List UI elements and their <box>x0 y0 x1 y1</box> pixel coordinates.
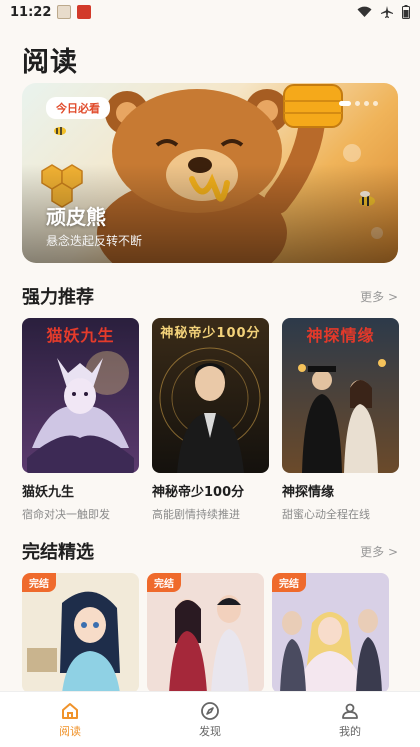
comic-desc: 宿命对决一触即发 <box>22 508 110 521</box>
page-title: 阅读 <box>22 47 78 78</box>
comic-desc: 高能剧情持续推进 <box>152 508 240 521</box>
comic-card[interactable]: 完结 <box>147 573 264 693</box>
comic-title: 神秘帝少100分 <box>152 485 245 500</box>
app-badge-icon <box>77 5 92 19</box>
nav-label: 我的 <box>339 724 361 738</box>
featured-banner[interactable]: 今日必看 顽皮熊 悬念迭起反转不断 <box>22 83 398 263</box>
comic-cover[interactable]: 猫妖九生 <box>22 318 139 473</box>
battery-icon <box>402 5 410 19</box>
banner-subtitle: 悬念迭起反转不断 <box>46 234 143 248</box>
comic-title: 猫妖九生 <box>22 485 75 500</box>
comic-title: 神探情缘 <box>282 485 335 500</box>
app-thumbnail-icon <box>57 5 72 19</box>
cover-title-art: 神探情缘 <box>306 326 375 345</box>
cover-title-art: 猫妖九生 <box>46 326 115 345</box>
comic-cover[interactable]: 神秘帝少100分 <box>152 318 269 473</box>
cover-title-art: 神秘帝少100分 <box>160 326 261 341</box>
comic-card[interactable]: 神秘帝少100分 神秘帝少100分 高能剧情持续推进 <box>152 318 269 522</box>
airplane-icon <box>381 6 393 18</box>
finished-badge: 完结 <box>147 573 181 592</box>
comic-cover[interactable]: 完结 <box>272 573 389 693</box>
cover-illustration-ceo <box>152 318 269 473</box>
status-time: 11:22 <box>10 4 52 20</box>
nav-label: 发现 <box>199 724 221 738</box>
banner-title: 顽皮熊 <box>46 205 106 229</box>
comic-card[interactable]: 猫妖九生 猫妖九生 宿命对决一触即发 <box>22 318 139 522</box>
status-bar: 11:22 <box>0 0 420 24</box>
bottom-nav: 阅读 发现 我的 <box>0 691 420 747</box>
banner-dot[interactable] <box>373 101 378 106</box>
banner-dot-active[interactable] <box>339 101 351 106</box>
comic-card[interactable]: 神探情缘 神探情缘 甜蜜心动全程在线 <box>282 318 399 522</box>
user-icon <box>342 703 358 719</box>
nav-item-read[interactable]: 阅读 <box>0 692 140 747</box>
finished-more-link[interactable]: 更多 > <box>360 543 398 560</box>
finished-list: 完结 完结 完结 <box>22 573 389 693</box>
comic-cover[interactable]: 完结 <box>147 573 264 693</box>
nav-label: 阅读 <box>59 724 81 738</box>
comic-card[interactable]: 完结 <box>22 573 139 693</box>
finished-badge: 完结 <box>272 573 306 592</box>
finished-section-header: 完结精选 更多 > <box>22 538 398 564</box>
nav-item-profile[interactable]: 我的 <box>280 692 420 747</box>
finished-badge: 完结 <box>22 573 56 592</box>
recommend-list: 猫妖九生 猫妖九生 宿命对决一触即发 神秘帝少100分 神秘帝少100分 高能剧… <box>22 318 399 522</box>
banner-pagination[interactable] <box>339 101 378 106</box>
recommend-more-link[interactable]: 更多 > <box>360 288 398 305</box>
home-icon <box>62 702 78 719</box>
wifi-icon <box>357 6 372 18</box>
banner-dot[interactable] <box>355 101 360 106</box>
compass-icon <box>201 701 219 720</box>
recommend-section-header: 强力推荐 更多 > <box>22 283 398 309</box>
nav-item-discover[interactable]: 发现 <box>140 692 280 747</box>
comic-card[interactable]: 完结 <box>272 573 389 693</box>
comic-desc: 甜蜜心动全程在线 <box>282 508 370 521</box>
comic-cover[interactable]: 神探情缘 <box>282 318 399 473</box>
banner-dot[interactable] <box>364 101 369 106</box>
section-title: 完结精选 <box>22 542 94 563</box>
comic-cover[interactable]: 完结 <box>22 573 139 693</box>
section-title: 强力推荐 <box>22 287 94 308</box>
banner-tag: 今日必看 <box>46 97 110 119</box>
